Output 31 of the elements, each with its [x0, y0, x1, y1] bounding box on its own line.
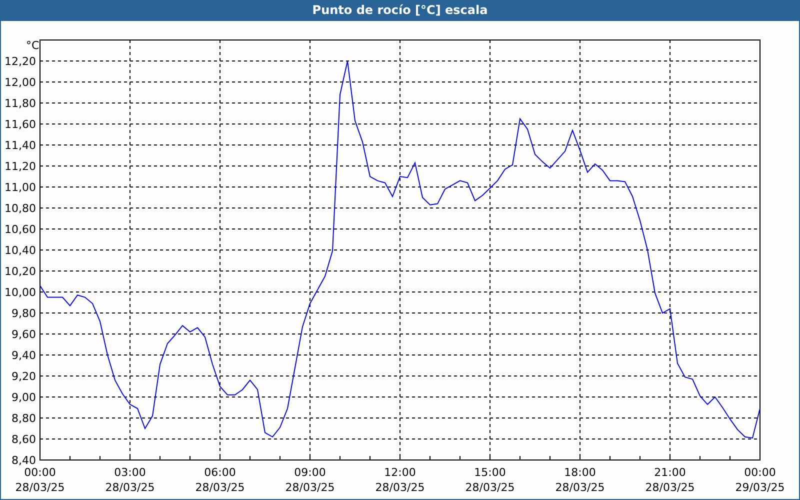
- y-tick-label: 11,40: [4, 139, 36, 152]
- x-tick-label: 18:00 28/03/25: [555, 466, 605, 494]
- y-tick-label: 12,00: [4, 76, 36, 89]
- y-tick-label: 10,20: [4, 265, 36, 278]
- y-tick-label: 10,60: [4, 223, 36, 236]
- y-tick-label: 9,40: [12, 349, 36, 362]
- x-tick-label: 15:00 28/03/25: [465, 466, 515, 494]
- y-tick-label: 11,20: [4, 160, 36, 173]
- x-tick-label: 00:00 29/03/25: [735, 466, 785, 494]
- y-tick-label: 11,80: [4, 97, 36, 110]
- y-axis-unit: °C: [26, 39, 40, 52]
- x-tick-label: 09:00 28/03/25: [285, 466, 335, 494]
- y-tick-label: 9,00: [12, 391, 36, 404]
- y-tick-label: 12,20: [4, 55, 36, 68]
- y-tick-label: 11,60: [4, 118, 36, 131]
- y-tick-label: 10,80: [4, 202, 36, 215]
- y-tick-label: 9,20: [12, 370, 36, 383]
- x-tick-label: 00:00 28/03/25: [15, 466, 65, 494]
- x-tick-label: 12:00 28/03/25: [375, 466, 425, 494]
- x-tick-label: 03:00 28/03/25: [105, 466, 155, 494]
- y-tick-label: 8,80: [12, 412, 36, 425]
- x-tick-label: 06:00 28/03/25: [195, 466, 245, 494]
- y-tick-label: 8,60: [12, 433, 36, 446]
- y-tick-label: 10,00: [4, 286, 36, 299]
- y-tick-label: 9,60: [12, 328, 36, 341]
- y-tick-label: 8,40: [12, 454, 36, 467]
- x-tick-label: 21:00 28/03/25: [645, 466, 695, 494]
- y-tick-label: 9,80: [12, 307, 36, 320]
- y-tick-label: 10,40: [4, 244, 36, 257]
- y-tick-label: 11,00: [4, 181, 36, 194]
- window-title: Punto de rocío [°C] escala: [1, 0, 799, 21]
